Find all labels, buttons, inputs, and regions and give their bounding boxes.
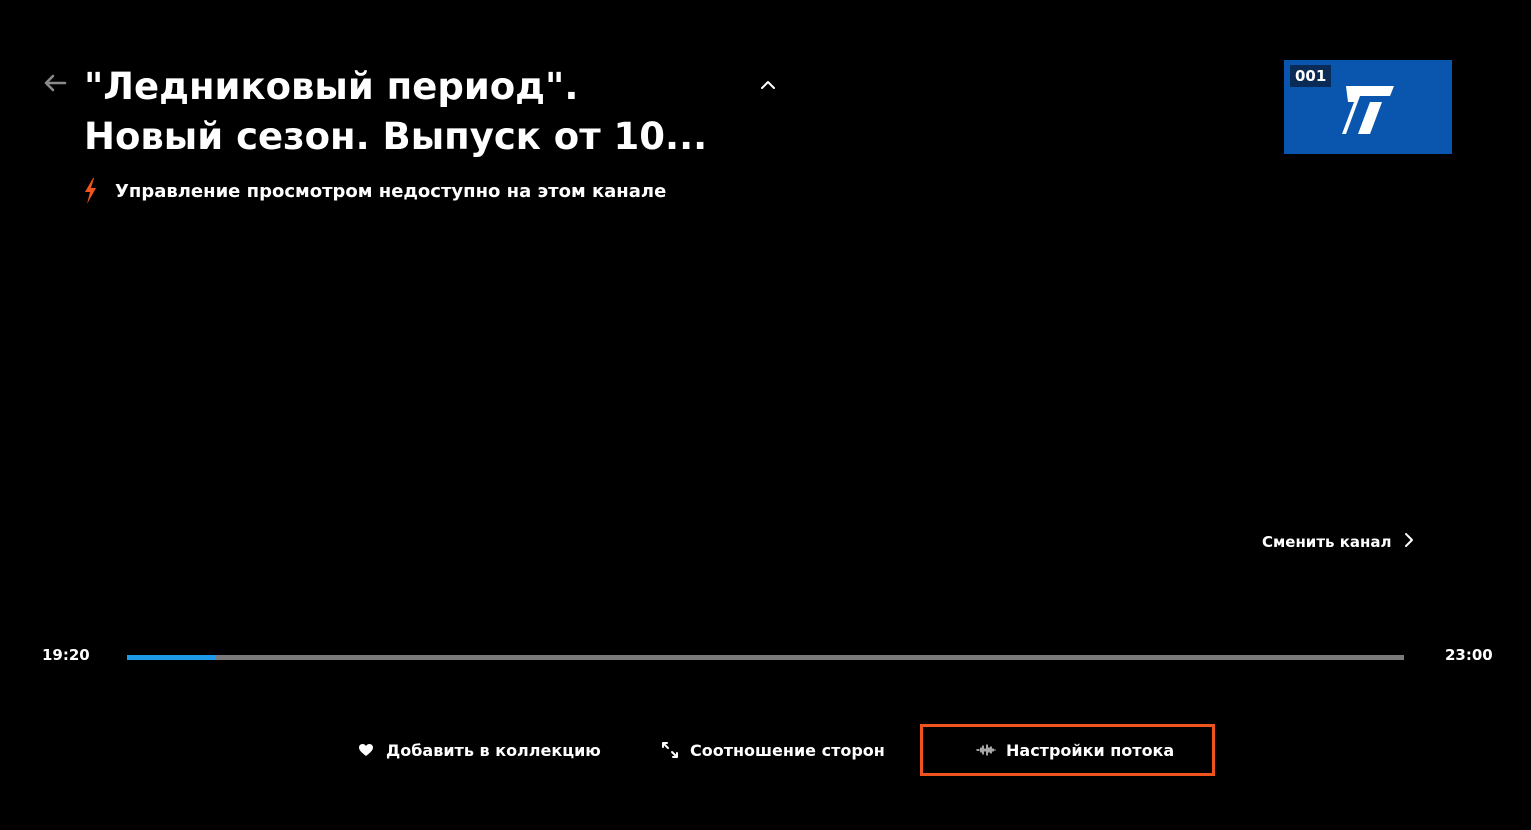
arrow-left-icon	[43, 74, 67, 96]
stream-settings-label: Настройки потока	[1006, 740, 1175, 760]
add-to-collection-label: Добавить в коллекцию	[386, 740, 601, 760]
program-title: "Ледниковый период". Новый сезон. Выпуск…	[84, 65, 708, 158]
switch-channel-button[interactable]: Сменить канал	[1262, 528, 1414, 556]
aspect-ratio-button[interactable]: Соотношение сторон	[660, 724, 885, 776]
start-time: 19:20	[42, 646, 90, 664]
heart-icon	[356, 740, 376, 760]
add-to-collection-button[interactable]: Добавить в коллекцию	[356, 724, 601, 776]
lightning-icon	[80, 176, 100, 206]
switch-channel-label: Сменить канал	[1262, 533, 1392, 551]
chevron-up-icon	[760, 75, 776, 94]
notice-text: Управление просмотром недоступно на этом…	[115, 180, 667, 202]
channel-one-logo	[1340, 80, 1396, 142]
progress-bar[interactable]	[127, 655, 1404, 660]
progress-fill	[127, 655, 217, 660]
back-button[interactable]	[40, 70, 70, 100]
channel-number: 001	[1290, 65, 1332, 87]
stream-settings-button[interactable]: Настройки потока	[920, 724, 1215, 776]
channel-logo: 001	[1284, 60, 1452, 154]
end-time: 23:00	[1445, 646, 1493, 664]
waveform-icon	[976, 740, 996, 760]
aspect-ratio-icon	[660, 740, 680, 760]
playback-notice: Управление просмотром недоступно на этом…	[80, 176, 666, 206]
chevron-right-icon	[1404, 532, 1414, 552]
aspect-ratio-label: Соотношение сторон	[690, 740, 885, 760]
collapse-button[interactable]	[756, 72, 780, 96]
